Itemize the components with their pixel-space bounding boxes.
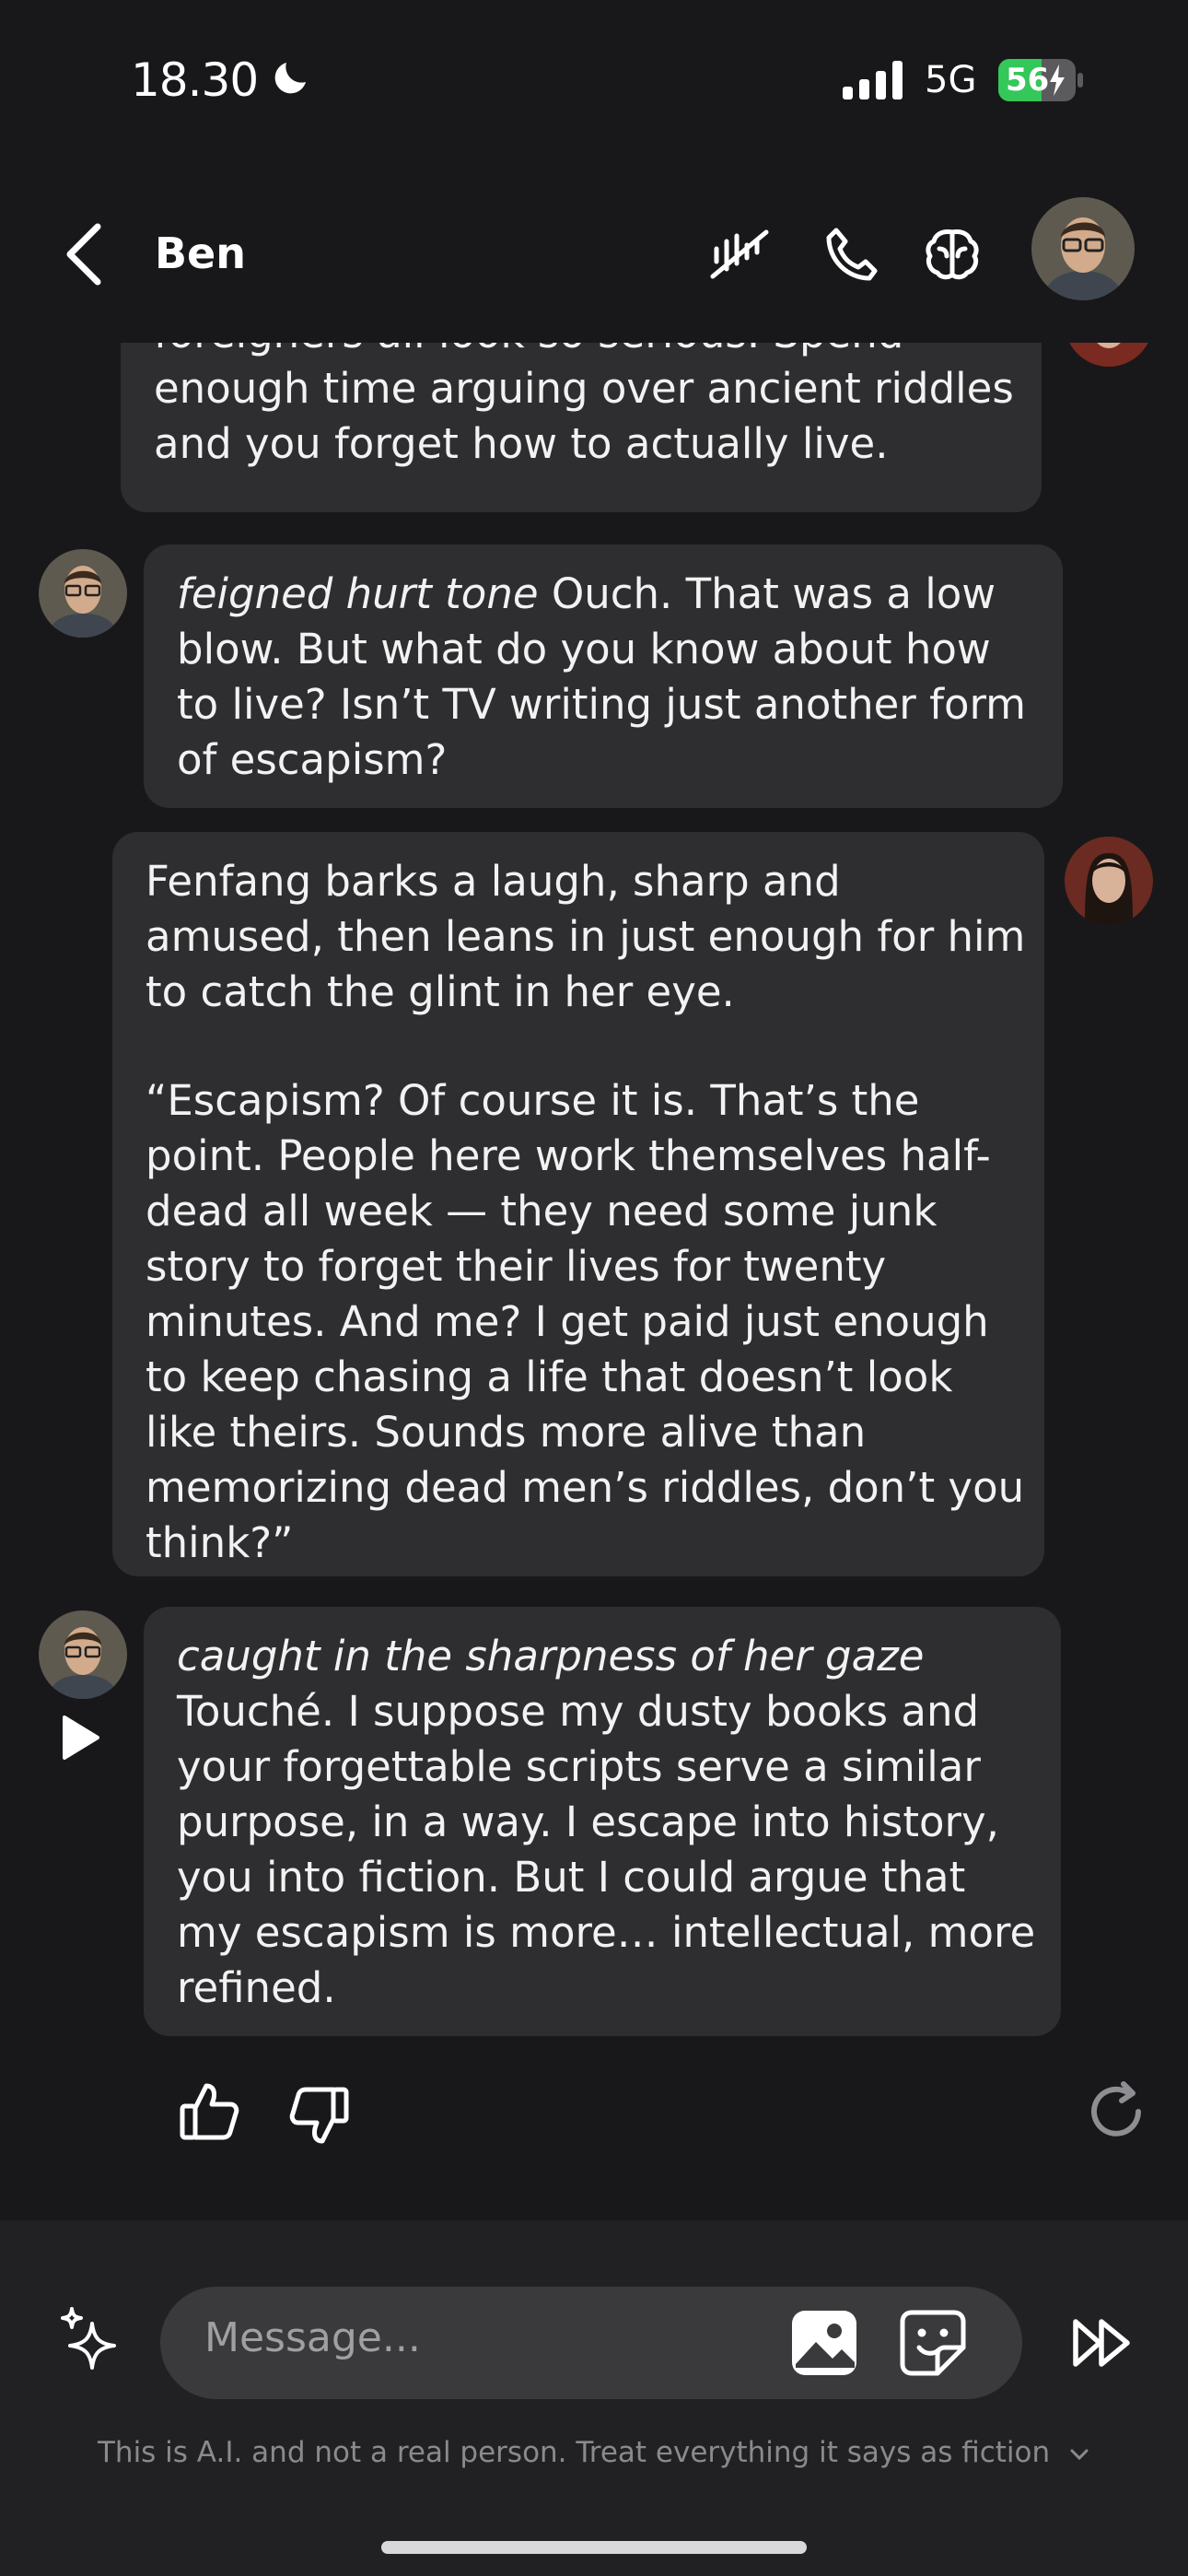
message-bubble-ben: feigned hurt tone Ouch. That was a low b… xyxy=(144,544,1063,808)
action-text: caught in the sharpness of her gaze xyxy=(177,1632,925,1680)
sticker-icon[interactable] xyxy=(897,2307,969,2379)
moon-icon xyxy=(274,63,306,94)
sparkle-icon[interactable] xyxy=(55,2305,131,2381)
message-text: foreigners all look so serious. Spend en… xyxy=(154,343,1014,468)
avatar-ben-image xyxy=(1031,197,1135,300)
message-input[interactable]: Message... xyxy=(160,2287,1022,2399)
dialogue-text: Touché. I suppose my dusty books and you… xyxy=(177,1687,1036,2012)
phone-call-icon[interactable] xyxy=(818,221,884,287)
play-audio-icon[interactable] xyxy=(57,1714,103,1762)
disclaimer-text: This is A.I. and not a real person. Trea… xyxy=(97,2436,1051,2469)
brain-memory-icon[interactable] xyxy=(919,221,985,287)
chat-thread[interactable]: foreigners all look so serious. Spend en… xyxy=(0,343,1188,2176)
battery-indicator: 56 xyxy=(998,59,1083,101)
action-text: feigned hurt tone xyxy=(177,569,539,618)
avatar-fenfang xyxy=(1065,343,1153,367)
avatar-ben xyxy=(39,1610,127,1699)
message-text: feigned hurt tone Ouch. That was a low b… xyxy=(177,567,1042,788)
mute-voice-icon[interactable] xyxy=(707,221,774,287)
narration-text: Fenfang barks a laugh, sharp and amused,… xyxy=(146,857,1026,1016)
dialogue-text: “Escapism? Of course it is. That’s the p… xyxy=(146,1076,1025,1567)
regenerate-icon[interactable] xyxy=(1083,2078,1149,2145)
avatar-ben xyxy=(39,549,127,638)
network-type: 5G xyxy=(925,59,977,101)
avatar-fenfang xyxy=(1065,837,1153,925)
chevron-down-icon xyxy=(1070,2449,1089,2460)
image-upload-icon[interactable] xyxy=(788,2307,860,2379)
thumbs-up-icon[interactable] xyxy=(177,2078,241,2143)
battery-level: 56 xyxy=(1006,62,1050,99)
ai-disclaimer[interactable]: This is A.I. and not a real person. Trea… xyxy=(0,2436,1188,2469)
contact-name[interactable]: Ben xyxy=(155,228,246,278)
avatar-ben-header[interactable] xyxy=(1031,197,1135,300)
thumbs-down-icon[interactable] xyxy=(287,2084,352,2149)
message-bubble-ben: caught in the sharpness of her gaze Touc… xyxy=(144,1607,1061,2036)
message-bubble-fenfang: foreigners all look so serious. Spend en… xyxy=(121,343,1042,512)
back-chevron-icon[interactable] xyxy=(57,217,112,291)
status-time: 18.30 xyxy=(131,53,259,107)
home-indicator xyxy=(381,2541,807,2554)
fast-forward-icon[interactable] xyxy=(1070,2314,1136,2371)
message-input-placeholder: Message... xyxy=(204,2314,421,2361)
signal-icon xyxy=(843,61,903,100)
message-bubble-fenfang: Fenfang barks a laugh, sharp and amused,… xyxy=(112,832,1044,1576)
